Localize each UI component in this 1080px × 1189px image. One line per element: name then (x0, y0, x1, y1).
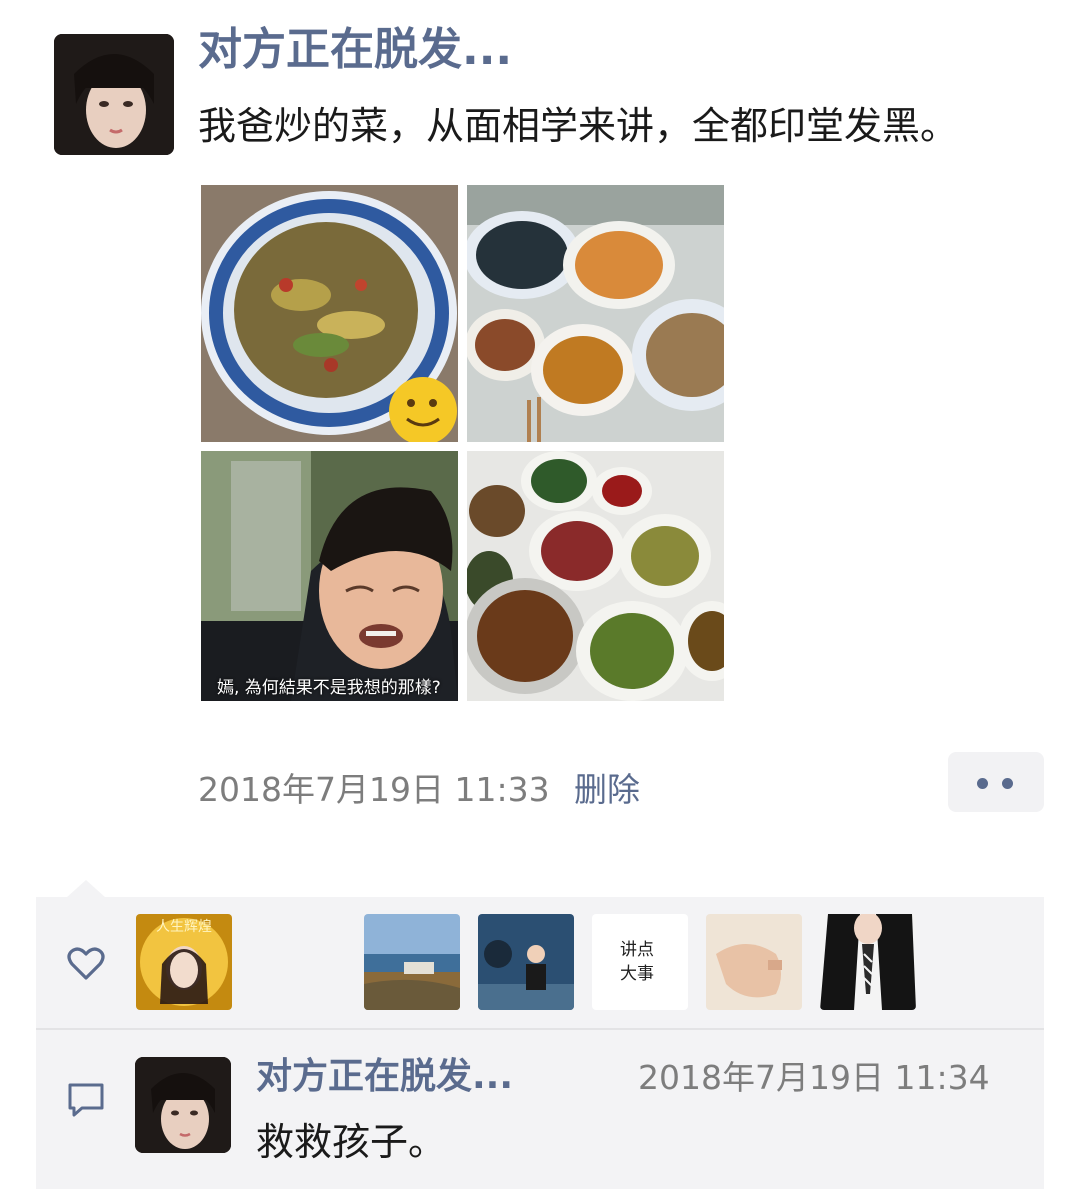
like-avatar[interactable]: 人生辉煌 (136, 914, 232, 1010)
comment-icon (66, 1080, 106, 1120)
post-photo-1[interactable] (201, 185, 458, 442)
post-text: 我爸炒的菜，从面相学来讲，全都印堂发黑。 (198, 104, 959, 148)
poster-avatar[interactable] (54, 34, 174, 155)
like-avatar[interactable] (706, 914, 802, 1010)
post-timestamp: 2018年7月19日 11:33 (198, 770, 550, 809)
panel-divider (36, 1028, 1044, 1030)
comment-username[interactable]: 对方正在脱发... (256, 1054, 513, 1100)
like-avatar[interactable] (820, 914, 916, 1010)
panel-arrow (66, 880, 106, 898)
comment-timestamp: 2018年7月19日 11:34 (638, 1058, 990, 1097)
more-dot-icon (1002, 778, 1013, 789)
more-actions-button[interactable] (948, 752, 1044, 812)
photo-caption: 嫣, 為何結果不是我想的那樣? (217, 678, 441, 698)
post-photo-2[interactable] (467, 185, 724, 442)
commenter-avatar[interactable] (135, 1057, 231, 1153)
delete-link[interactable]: 删除 (574, 768, 640, 812)
like-avatar[interactable]: 讲点大事 (592, 914, 688, 1010)
post-photo-3[interactable]: 嫣, 為何結果不是我想的那樣? (201, 451, 458, 701)
comment-text: 救救孩子。 (256, 1120, 447, 1164)
like-avatar[interactable] (364, 914, 460, 1010)
post-photo-4[interactable] (467, 451, 724, 701)
like-avatar-text: 讲点大事 (620, 940, 654, 984)
like-avatar-text: 人生辉煌 (156, 919, 212, 935)
heart-icon (66, 944, 106, 984)
like-avatar[interactable] (250, 914, 346, 1010)
like-avatar[interactable] (478, 914, 574, 1010)
more-dot-icon (977, 778, 988, 789)
post-username[interactable]: 对方正在脱发... (198, 22, 512, 78)
